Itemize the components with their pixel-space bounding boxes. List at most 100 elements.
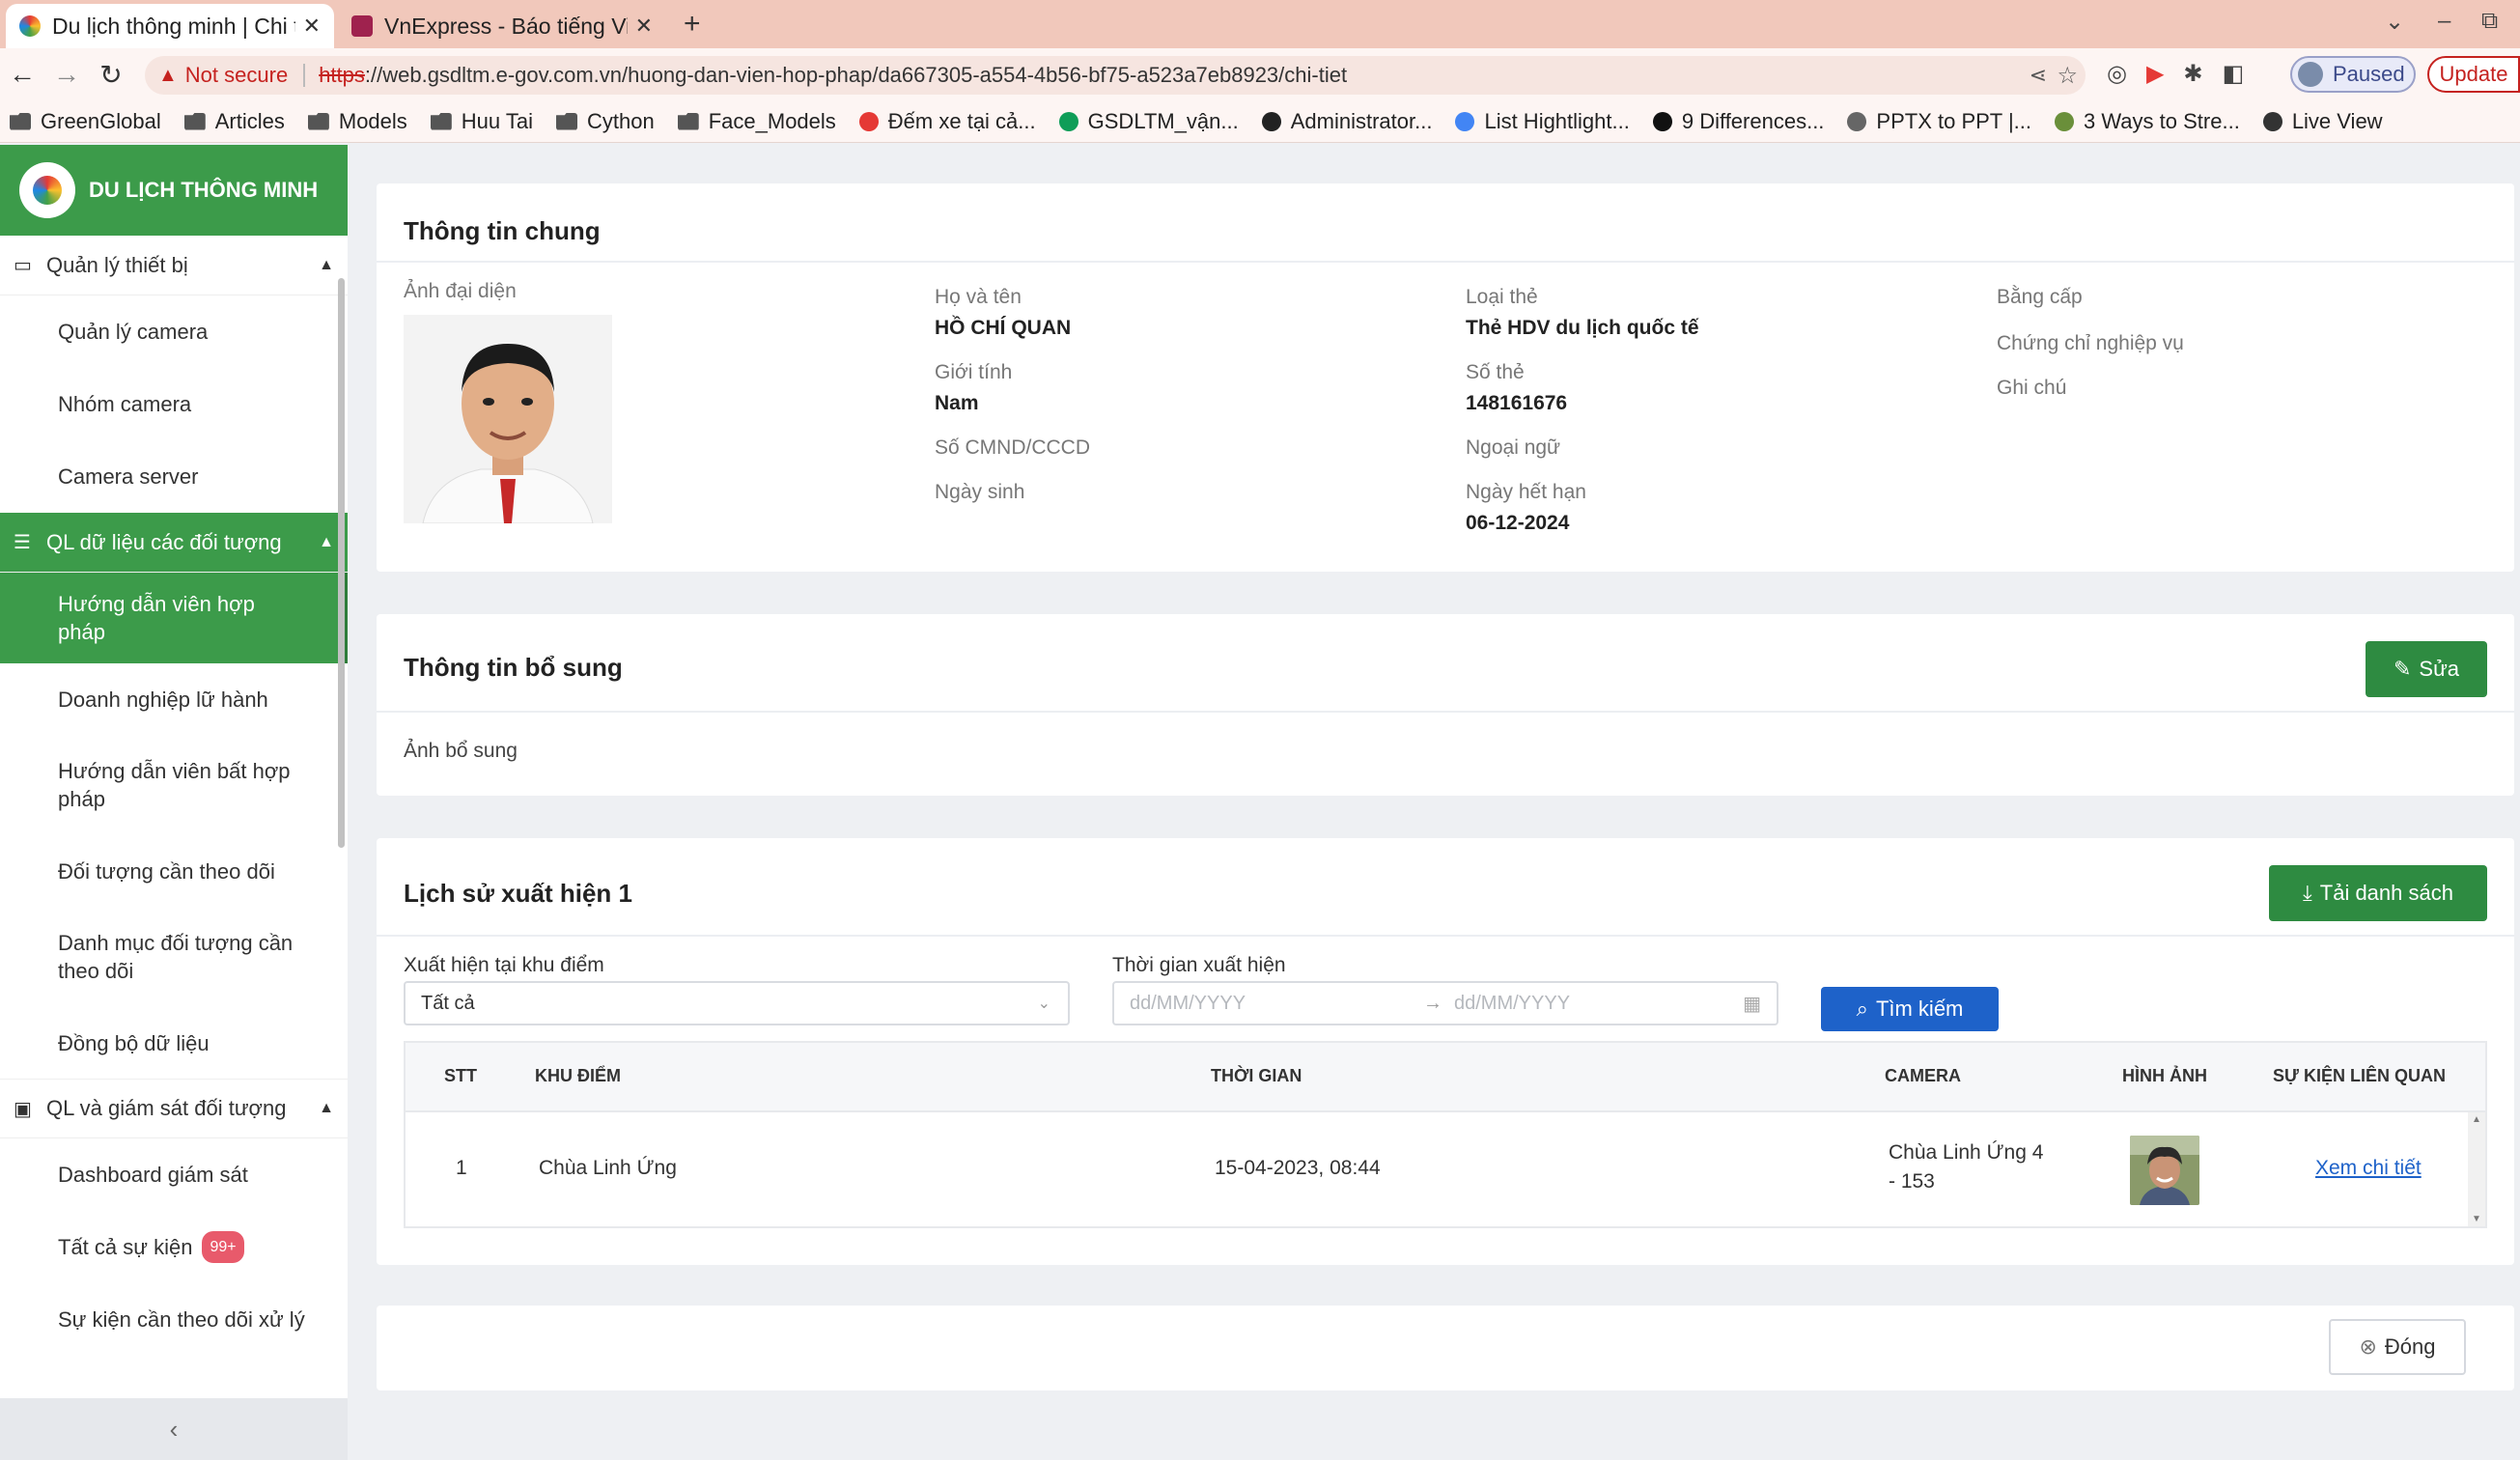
download-list-button[interactable]: ⤓ Tải danh sách [2269,865,2487,921]
sidebar-item-camera-groups[interactable]: Nhóm camera [0,368,348,440]
card-number-value: 148161676 [1466,392,1568,414]
sidebar-group-monitoring[interactable]: ▣ QL và giám sát đối tượng ▲ [0,1079,348,1138]
database-icon: ☰ [14,532,31,553]
sidebar-item-illegal-guides[interactable]: Hướng dẫn viên bất hợp pháp [0,735,348,835]
brand-header[interactable]: DU LỊCH THÔNG MINH [0,145,348,236]
close-button[interactable]: ⊗ Đóng [2329,1319,2466,1375]
chevron-up-icon: ▲ [319,533,334,550]
forward-icon[interactable]: → [44,59,89,90]
browser-tab-vnexpress[interactable]: VnExpress - Báo tiếng Vi ✕ [338,4,666,48]
bookmark-item[interactable]: Face_Models [677,108,836,134]
group-label: Quản lý thiết bị [46,252,188,277]
expiry-label: Ngày hết hạn [1466,481,1586,503]
bookmark-item[interactable]: Models [307,109,407,134]
bookmark-label: Huu Tai [461,108,533,133]
close-tab-icon[interactable]: ✕ [635,14,653,39]
table-row: 1 Chùa Linh Ứng 15-04-2023, 08:44 Chùa L… [406,1112,2485,1228]
sidebar-item-camera-server[interactable]: Camera server [0,440,348,513]
tab-search-chevron-icon[interactable]: ⌄ [2385,8,2404,36]
bookmark-item[interactable]: 9 Differences... [1652,109,1824,134]
sidebar-item-watched-categories[interactable]: Danh mục đối tượng cần theo dõi [0,907,348,1007]
share-icon[interactable]: ⋖ [2030,63,2047,88]
extensions-puzzle-icon[interactable]: ✱ [2183,60,2202,88]
minimize-icon[interactable]: – [2438,8,2450,35]
date-range-picker[interactable]: dd/MM/YYYY → dd/MM/YYYY ▦ [1112,981,1778,1025]
location-select[interactable]: Tất cả ⌄ [404,981,1070,1025]
sidebar-item-camera-management[interactable]: Quản lý camera [0,295,348,368]
edit-button[interactable]: ✎ Sửa [2366,641,2487,697]
bookmark-item[interactable]: Cython [556,109,655,134]
view-details-link[interactable]: Xem chi tiết [2315,1157,2422,1180]
avatar-photo[interactable] [404,315,612,523]
collapse-sidebar-icon[interactable]: ‹ [0,1398,348,1460]
col-time: THỜI GIAN [1211,1066,1302,1085]
sidebar-scrollbar[interactable] [338,278,345,848]
sidebar-item-watched-objects[interactable]: Đối tượng cần theo dõi [0,835,348,907]
pencil-icon: ✎ [2393,657,2412,681]
google-lens-icon[interactable]: ◎ [2107,60,2127,88]
scroll-down-icon[interactable]: ▼ [2472,1214,2481,1224]
search-icon: ⌕ [1856,997,1868,1021]
scroll-up-icon[interactable]: ▲ [2472,1114,2481,1125]
bookmark-item[interactable]: Articles [183,109,285,134]
back-icon[interactable]: ← [0,59,44,90]
address-bar[interactable]: ▲ Not secure https ://web.gsdltm.e-gov.c… [145,56,2086,95]
search-button[interactable]: ⌕ Tìm kiếm [1821,987,1999,1031]
side-panel-icon[interactable]: ◧ [2223,60,2245,88]
sidebar-item-data-sync[interactable]: Đồng bộ dữ liệu [0,1007,348,1079]
new-tab-icon[interactable]: + [684,8,701,41]
sidebar-group-objects-data[interactable]: ☰ QL dữ liệu các đối tượng ▲ [0,513,348,573]
bookmark-label: GreenGlobal [41,108,161,133]
laptop-icon: ▭ [14,255,32,276]
divider [377,935,2514,937]
date-from-input[interactable]: dd/MM/YYYY [1130,993,1246,1015]
bookmark-label: Face_Models [708,108,836,133]
note-label: Ghi chú [1997,377,2067,399]
profile-button[interactable]: Paused [2290,56,2416,93]
bookmark-label: Administrator... [1290,108,1433,133]
sidebar-item-travel-agencies[interactable]: Doanh nghiệp lữ hành [0,663,348,735]
camera-icon [2262,111,2282,131]
reload-icon[interactable]: ↻ [89,59,133,91]
sidebar-item-label: Danh mục đối tượng cần theo dõi [58,931,294,983]
col-location: KHU ĐIỂM [535,1066,621,1085]
sidebar-item-watched-events[interactable]: Sự kiện cần theo dõi xử lý [0,1283,348,1356]
row-camera-line1: Chùa Linh Ứng 4 [1889,1141,2044,1164]
warning-icon: ▲ [158,64,178,86]
bookmark-item[interactable]: Administrator... [1261,108,1433,134]
bookmark-item[interactable]: GSDLTM_vận... [1058,108,1239,134]
bookmark-item[interactable]: List Hightlight... [1455,109,1630,134]
youtube-extension-icon[interactable]: ▶ [2146,60,2164,88]
table-scrollbar[interactable]: ▲ ▼ [2468,1112,2485,1226]
vnexpress-favicon-icon [351,15,373,37]
browser-tab-active[interactable]: Du lịch thông minh | Chi t ✕ [6,4,334,48]
close-tab-icon[interactable]: ✕ [303,14,321,39]
full-name-value: HỒ CHÍ QUAN [935,317,1072,339]
bookmark-item[interactable]: 3 Ways to Stre... [2055,109,2240,134]
date-to-input[interactable]: dd/MM/YYYY [1454,993,1570,1015]
extra-photos-label: Ảnh bổ sung [404,740,518,762]
degree-label: Bằng cấp [1997,286,2083,308]
update-button[interactable]: Update [2427,56,2520,93]
restore-icon[interactable]: ⧉ [2481,8,2498,35]
row-face-thumbnail[interactable] [2130,1136,2199,1205]
bookmark-item[interactable]: Huu Tai [430,108,533,134]
security-label[interactable]: Not secure [185,63,288,88]
sidebar-item-label: Dashboard giám sát [58,1163,248,1187]
folder-icon [677,112,699,130]
bookmark-star-icon[interactable]: ☆ [2057,62,2078,90]
certificate-label: Chứng chỉ nghiệp vụ [1997,332,2184,354]
card-type-value: Thẻ HDV du lịch quốc tế [1466,317,1699,339]
sidebar-item-label: Camera server [58,464,199,489]
sidebar-item-all-events[interactable]: Tất cả sự kiện 99+ [0,1211,348,1283]
group-label: QL và giám sát đối tượng [46,1096,287,1120]
sidebar-item-dashboard[interactable]: Dashboard giám sát [0,1138,348,1211]
bookmark-item[interactable]: Đếm xe tại cả... [858,109,1036,134]
bookmark-item[interactable]: Live View [2262,109,2383,134]
sidebar-item-legal-guides[interactable]: Hướng dẫn viên hợp pháp [0,573,348,663]
bookmark-item[interactable]: GreenGlobal [10,109,161,134]
sidebar-group-devices[interactable]: ▭ Quản lý thiết bị ▲ [0,236,348,295]
bookmark-label: GSDLTM_vận... [1087,108,1239,133]
card-title: Lịch sử xuất hiện 1 [404,879,632,908]
bookmark-item[interactable]: PPTX to PPT |... [1847,109,2031,134]
